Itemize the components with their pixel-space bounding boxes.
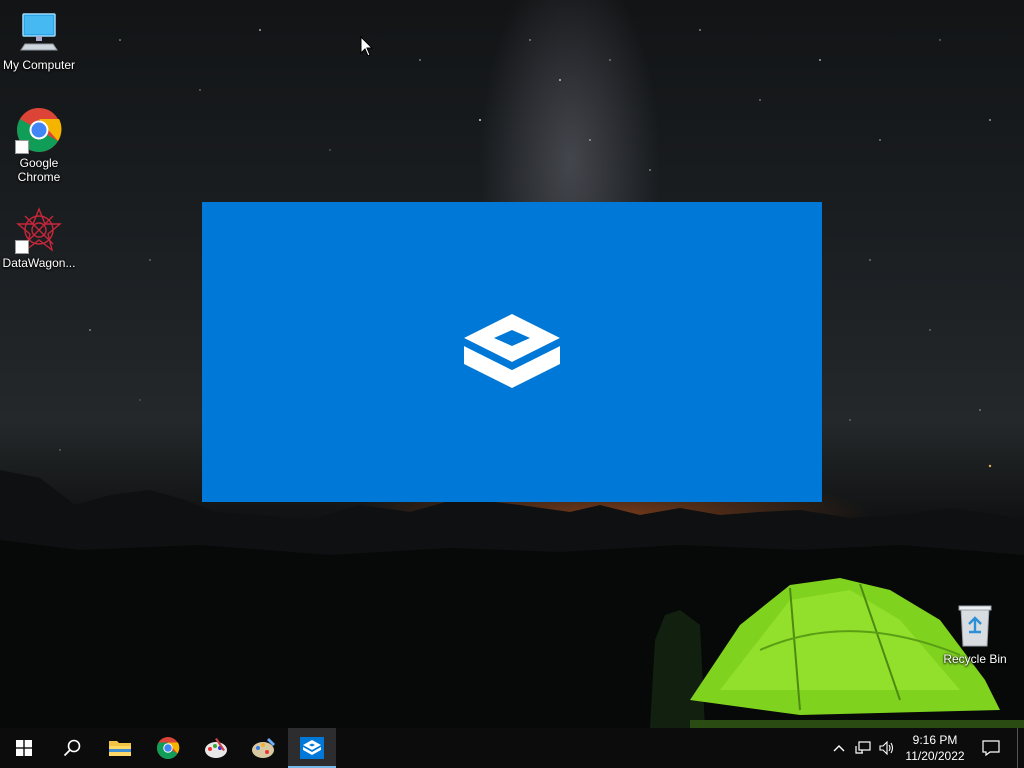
network-button[interactable] bbox=[851, 728, 875, 768]
desktop-icon-label: DataWagon... bbox=[2, 256, 76, 270]
desktop-icon-label: Recycle Bin bbox=[943, 652, 1007, 666]
taskbar-chrome[interactable] bbox=[144, 728, 192, 768]
volume-button[interactable] bbox=[875, 728, 899, 768]
show-hidden-icons-button[interactable] bbox=[827, 728, 851, 768]
taskbar: 9:16 PM 11/20/2022 bbox=[0, 728, 1024, 768]
taskbar-file-explorer[interactable] bbox=[96, 728, 144, 768]
taskbar-sandbox[interactable] bbox=[288, 728, 336, 768]
chrome-icon bbox=[157, 737, 180, 759]
desktop-icon-label: Google Chrome bbox=[17, 156, 61, 184]
show-desktop-button[interactable] bbox=[1017, 728, 1024, 768]
system-tray: 9:16 PM 11/20/2022 bbox=[827, 728, 1024, 768]
clock-time: 9:16 PM bbox=[912, 733, 958, 747]
paint-icon bbox=[205, 738, 227, 758]
desktop-icon-my-computer[interactable]: My Computer bbox=[0, 8, 78, 72]
notification-icon bbox=[982, 740, 1000, 756]
desktop-icon-recycle-bin[interactable]: Recycle Bin bbox=[936, 602, 1014, 666]
chevron-up-icon bbox=[833, 745, 845, 752]
search-button[interactable] bbox=[48, 728, 96, 768]
sandbox-box-icon bbox=[464, 314, 560, 388]
action-center-button[interactable] bbox=[971, 728, 1011, 768]
recycle-bin-icon bbox=[951, 602, 999, 650]
desktop-icon-google-chrome[interactable]: Google Chrome bbox=[0, 106, 78, 184]
desktop-icon-datawagon[interactable]: DataWagon... bbox=[0, 206, 78, 270]
start-button[interactable] bbox=[0, 728, 48, 768]
mouse-cursor-icon bbox=[360, 36, 374, 57]
shortcut-arrow-icon bbox=[15, 140, 29, 154]
clock-date: 11/20/2022 bbox=[905, 749, 965, 763]
desktop: My Computer Google Chrome DataWagon... R… bbox=[0, 0, 1024, 768]
taskbar-paint-palette[interactable] bbox=[240, 728, 288, 768]
desktop-icon-label: My Computer bbox=[2, 58, 76, 72]
monitor-icon bbox=[15, 8, 63, 56]
taskbar-paint[interactable] bbox=[192, 728, 240, 768]
search-icon bbox=[63, 739, 81, 757]
shortcut-arrow-icon bbox=[15, 240, 29, 254]
volume-icon bbox=[879, 741, 894, 755]
chrome-icon bbox=[15, 106, 63, 154]
datawagon-icon bbox=[15, 206, 63, 254]
network-icon bbox=[855, 741, 871, 754]
sandbox-splash-window[interactable] bbox=[202, 202, 822, 502]
clock[interactable]: 9:16 PM 11/20/2022 bbox=[899, 732, 971, 764]
windows-start-icon bbox=[16, 740, 32, 756]
file-explorer-icon bbox=[109, 741, 131, 756]
paint-palette-icon bbox=[252, 738, 275, 758]
sandbox-app-icon bbox=[300, 737, 324, 759]
